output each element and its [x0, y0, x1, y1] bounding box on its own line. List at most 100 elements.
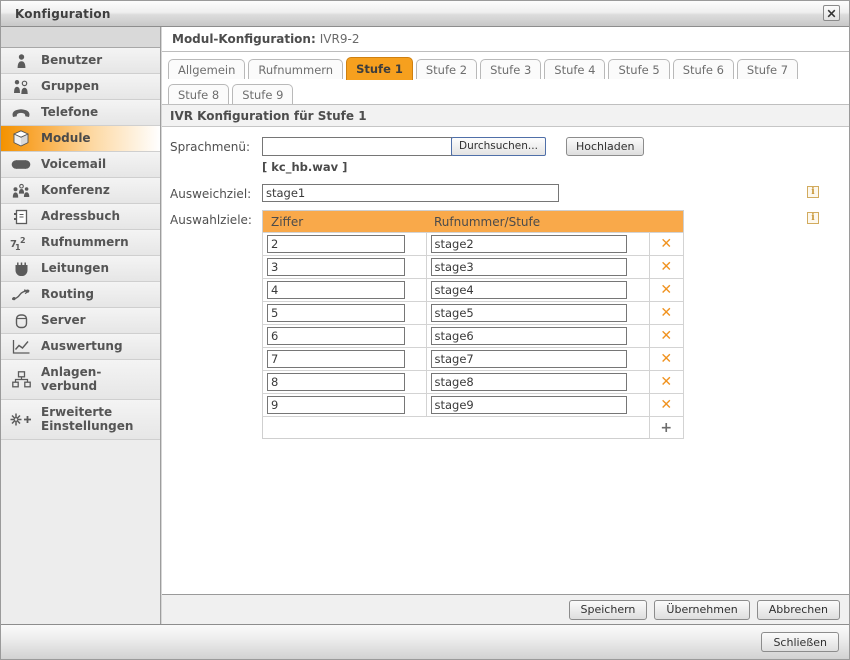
delete-icon[interactable]: ✕: [660, 351, 672, 367]
cell-ziel: [425, 255, 650, 279]
schliessen-button[interactable]: Schließen: [761, 632, 839, 652]
ausweichziel-input[interactable]: [262, 184, 559, 202]
cell-delete[interactable]: ✕: [648, 347, 684, 371]
sidebar-item-erweiterte-einstellungen[interactable]: Erweiterte Einstellungen: [1, 400, 160, 440]
cell-ziffer: [262, 232, 427, 256]
cell-delete[interactable]: ✕: [648, 278, 684, 302]
module-config-label: Modul-Konfiguration:: [172, 32, 316, 46]
sidebar-item-rufnummern[interactable]: 712 Rufnummern: [1, 230, 160, 256]
tab-stufe-6[interactable]: Stufe 6: [672, 59, 734, 79]
delete-icon[interactable]: ✕: [660, 305, 672, 321]
abbrechen-button[interactable]: Abbrechen: [756, 599, 840, 620]
table-row: ✕: [262, 232, 684, 256]
ziffer-input[interactable]: [267, 235, 405, 253]
sidebar-item-telefone[interactable]: Telefone: [1, 100, 160, 126]
table-header: Ziffer Rufnummer/Stufe: [262, 210, 684, 233]
numbers-icon: 712: [1, 235, 41, 251]
add-icon[interactable]: +: [660, 420, 672, 436]
ziel-input[interactable]: [430, 258, 627, 276]
ziel-input[interactable]: [430, 373, 627, 391]
hochladen-button[interactable]: Hochladen: [565, 137, 645, 156]
ziffer-input[interactable]: [267, 350, 405, 368]
ziffer-input[interactable]: [267, 373, 405, 391]
sidebar-item-label: Server: [41, 312, 86, 327]
sidebar-item-benutzer[interactable]: Benutzer: [1, 48, 160, 74]
tab-row-1: Allgemein Rufnummern Stufe 1 Stufe 2 Stu…: [168, 57, 849, 80]
sidebar-nav: Benutzer Gruppen Telefone Module Voicema…: [1, 27, 161, 624]
speichern-button[interactable]: Speichern: [568, 599, 648, 620]
table-row: ✕: [262, 347, 684, 371]
sprachmenue-row: Sprachmenü: Durchsuchen... Hochladen: [162, 137, 849, 156]
sidebar-item-server[interactable]: Server: [1, 308, 160, 334]
tab-stufe-2[interactable]: Stufe 2: [415, 59, 478, 79]
advanced-settings-icon: [1, 412, 41, 428]
sidebar-item-adressbuch[interactable]: Adressbuch: [1, 204, 160, 230]
tab-stufe-7[interactable]: Stufe 7: [736, 59, 799, 79]
tab-allgemein[interactable]: Allgemein: [168, 59, 246, 79]
ziel-input[interactable]: [430, 396, 627, 414]
table-row: ✕: [262, 393, 684, 417]
sidebar-item-konferenz[interactable]: Konferenz: [1, 178, 160, 204]
uebernehmen-button[interactable]: Übernehmen: [654, 599, 750, 620]
konfiguration-window: Konfiguration Benutzer Gruppen Telefone …: [0, 0, 850, 660]
sidebar-item-voicemail[interactable]: Voicemail: [1, 152, 160, 178]
sidebar-item-routing[interactable]: Routing: [1, 282, 160, 308]
cell-delete[interactable]: ✕: [648, 301, 684, 325]
panel-title: IVR Konfiguration für Stufe 1: [162, 105, 849, 127]
voicemail-icon: [1, 159, 41, 170]
sidebar-item-gruppen[interactable]: Gruppen: [1, 74, 160, 100]
tab-stufe-4[interactable]: Stufe 4: [544, 59, 606, 79]
ziffer-input[interactable]: [267, 327, 405, 345]
ziffer-input[interactable]: [267, 258, 405, 276]
cell-delete[interactable]: ✕: [648, 255, 684, 279]
tab-stufe-3[interactable]: Stufe 3: [480, 59, 542, 79]
delete-icon[interactable]: ✕: [660, 397, 672, 413]
info-icon[interactable]: i: [807, 212, 819, 224]
delete-icon[interactable]: ✕: [660, 282, 672, 298]
tab-stufe-1[interactable]: Stufe 1: [346, 57, 413, 80]
sidebar-item-module[interactable]: Module: [1, 126, 160, 152]
sprachmenue-label: Sprachmenü:: [170, 140, 251, 154]
delete-icon[interactable]: ✕: [660, 259, 672, 275]
info-icon[interactable]: i: [807, 186, 819, 198]
cell-delete[interactable]: ✕: [648, 324, 684, 348]
ziel-input[interactable]: [430, 235, 627, 253]
chart-icon: [1, 339, 41, 355]
add-row-button[interactable]: +: [648, 416, 684, 439]
ziffer-input[interactable]: [267, 304, 405, 322]
sidebar-item-auswertung[interactable]: Auswertung: [1, 334, 160, 360]
cell-delete[interactable]: ✕: [648, 232, 684, 256]
cell-ziel: [425, 324, 650, 348]
auswahlziele-row: Auswahlziele: Ziffer Rufnummer/Stufe 2 s…: [162, 210, 849, 439]
group-icon: [1, 79, 41, 95]
ziffer-input[interactable]: [267, 396, 405, 414]
sidebar-top-spacer: [1, 27, 160, 48]
window-footer: Schließen: [1, 625, 849, 659]
tab-stufe-5[interactable]: Stufe 5: [608, 59, 670, 79]
delete-icon[interactable]: ✕: [660, 374, 672, 390]
delete-icon[interactable]: ✕: [660, 328, 672, 344]
ziel-input[interactable]: [430, 281, 627, 299]
tab-label: Stufe 4: [554, 62, 596, 77]
tab-stufe-8[interactable]: Stufe 8: [168, 84, 230, 104]
cell-delete[interactable]: ✕: [648, 370, 684, 394]
sidebar-item-anlagenverbund[interactable]: Anlagen- verbund: [1, 360, 160, 400]
table-row: ✕: [262, 255, 684, 279]
ziel-input[interactable]: [430, 327, 627, 345]
sidebar-item-leitungen[interactable]: Leitungen: [1, 256, 160, 282]
delete-icon[interactable]: ✕: [660, 236, 672, 252]
ziel-input[interactable]: [430, 304, 627, 322]
window-close-icon[interactable]: [823, 5, 840, 21]
column-header-ziffer: Ziffer: [262, 210, 426, 233]
sidebar-item-label: Anlagen- verbund: [41, 364, 102, 393]
tab-stufe-9[interactable]: Stufe 9: [232, 84, 294, 104]
ziel-input[interactable]: [430, 350, 627, 368]
module-config-value: IVR9-2: [319, 32, 360, 46]
durchsuchen-button[interactable]: Durchsuchen...: [451, 137, 546, 156]
sprachmenue-file-input[interactable]: [262, 137, 452, 156]
cell-ziel: [425, 301, 650, 325]
cell-delete[interactable]: ✕: [648, 393, 684, 417]
network-icon: [1, 371, 41, 388]
ziffer-input[interactable]: [267, 281, 405, 299]
tab-rufnummern[interactable]: Rufnummern: [248, 59, 344, 79]
